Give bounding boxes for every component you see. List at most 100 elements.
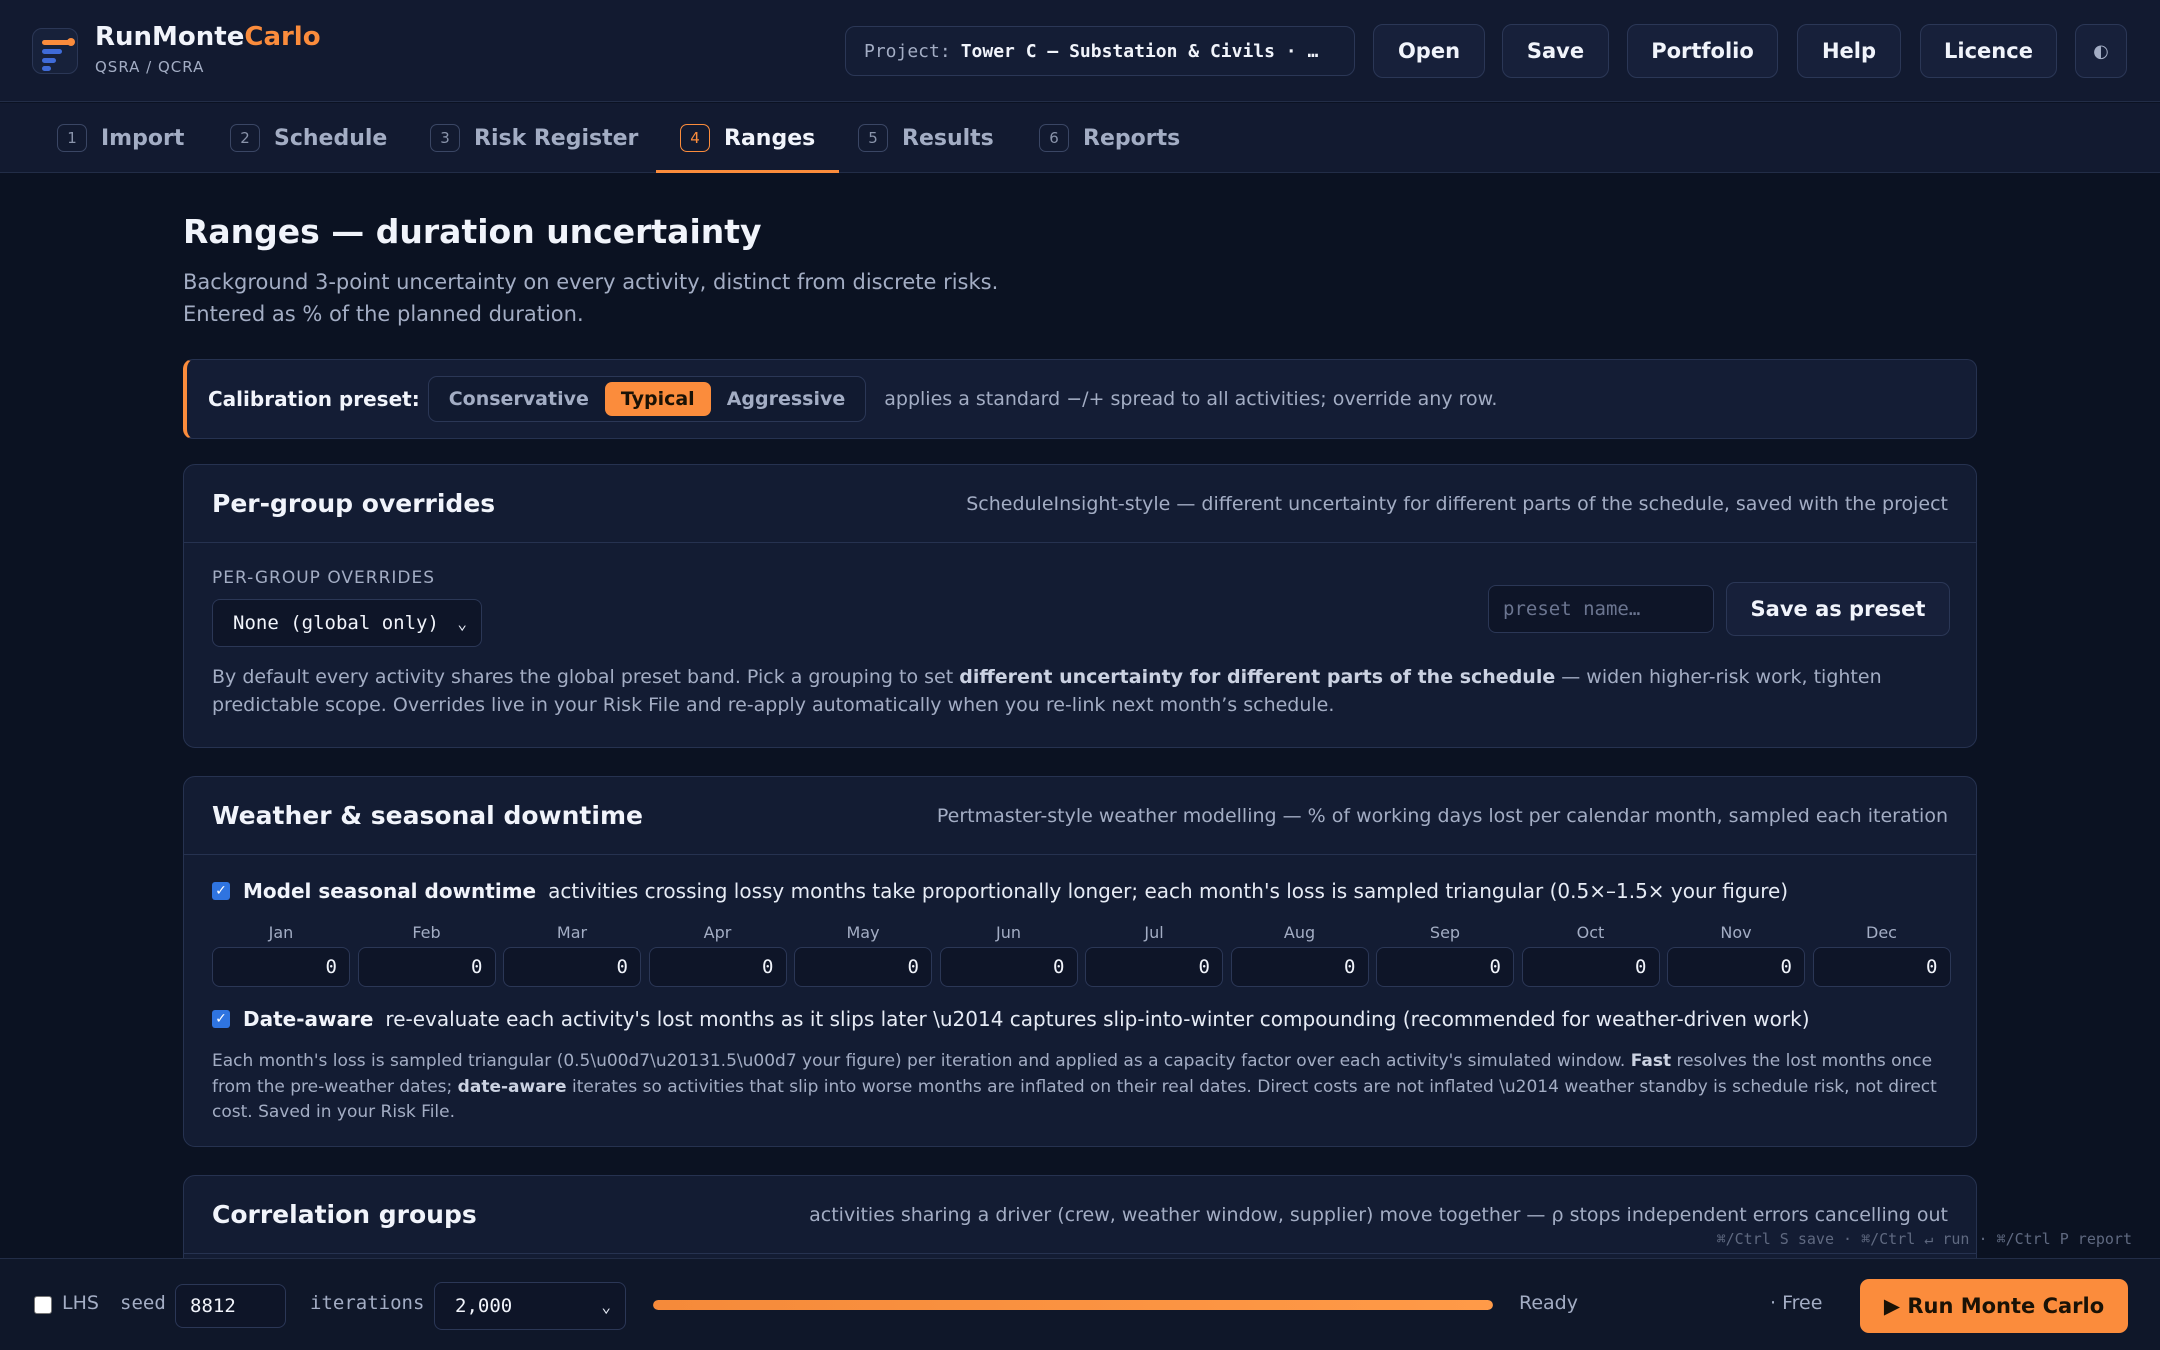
help-button[interactable]: Help (1797, 24, 1901, 78)
preset-aggressive[interactable]: Aggressive (711, 382, 862, 416)
month-label: Sep (1429, 923, 1461, 942)
seed-label: seed (120, 1292, 166, 1314)
seed-input[interactable]: 8812 (175, 1284, 286, 1328)
lhs-checkbox[interactable] (34, 1296, 52, 1314)
month-label: Apr (703, 923, 732, 942)
preset-name-input[interactable]: preset name… (1488, 585, 1714, 633)
chevron-down-icon: ⌄ (457, 613, 467, 633)
step-tabs: 1 Import 2 Schedule 3 Risk Register 4 Ranges… (0, 103, 2160, 173)
tab-risk-register[interactable]: 3 Risk Register (430, 103, 638, 173)
card-subtitle: activities sharing a driver (crew, weath… (809, 1203, 1948, 1226)
tab-number: 1 (57, 124, 87, 152)
iterations-select[interactable]: 2,000 ⌄ (434, 1282, 626, 1330)
preset-typical[interactable]: Typical (604, 382, 711, 416)
licence-tier: · Free (1770, 1292, 1823, 1314)
project-label: Project: (864, 40, 951, 62)
month-label: Oct (1576, 923, 1605, 942)
month-label: Mar (556, 923, 588, 942)
page-description: Background 3-point uncertainty on every … (183, 270, 999, 326)
month-input-aug[interactable]: 0 (1230, 947, 1369, 987)
project-selector[interactable]: Project: Tower C — Substation & Civils ·… (845, 26, 1355, 76)
card-subtitle: Pertmaster-style weather modelling — % o… (936, 804, 1948, 827)
month-input-jan[interactable]: 0 (212, 947, 350, 987)
calibration-note: applies a standard −/+ spread to all act… (884, 388, 1498, 410)
keyboard-shortcuts-hint: ⌘/Ctrl S save · ⌘/Ctrl ↵ run · ⌘/Ctrl P … (1716, 1230, 2132, 1248)
tab-import[interactable]: 1 Import (57, 103, 184, 173)
tab-number: 5 (858, 124, 888, 152)
iterations-label: iterations (310, 1292, 425, 1314)
card-title: Weather & seasonal downtime (212, 801, 643, 830)
month-label: Jul (1144, 923, 1164, 942)
tab-label: Risk Register (474, 125, 639, 151)
tab-label: Results (902, 125, 994, 151)
grouping-select[interactable]: None (global only) ⌄ (212, 599, 482, 647)
month-input-apr[interactable]: 0 (648, 947, 787, 987)
app-header: RunMonteCarlo QSRA / QCRA Project: Tower… (0, 0, 2160, 102)
per-group-help-text: By default every activity shares the glo… (212, 666, 1882, 716)
weather-help-text: Each month's loss is sampled triangular … (212, 1051, 1937, 1122)
month-input-oct[interactable]: 0 (1521, 947, 1660, 987)
theme-toggle-icon[interactable]: ◐ (2075, 24, 2127, 78)
month-label: Jan (268, 923, 294, 942)
save-button[interactable]: Save (1502, 24, 1609, 78)
preset-conservative[interactable]: Conservative (433, 382, 605, 416)
lhs-label: LHS (62, 1292, 99, 1314)
card-title: Correlation groups (212, 1200, 477, 1229)
model-seasonal-row: ✓ Model seasonal downtime activities cro… (212, 879, 1788, 903)
model-seasonal-label: Model seasonal downtime (243, 879, 537, 903)
chevron-down-icon: ⌄ (601, 1296, 611, 1316)
calibration-segmented-control: Conservative Typical Aggressive (427, 376, 867, 422)
model-seasonal-desc: activities crossing lossy months take pr… (548, 879, 1789, 903)
tab-label: Ranges (724, 125, 816, 151)
run-monte-carlo-button[interactable]: ▶ Run Monte Carlo (1860, 1279, 2128, 1333)
model-seasonal-checkbox[interactable]: ✓ (212, 882, 230, 900)
card-title: Per-group overrides (212, 489, 496, 518)
page-title: Ranges — duration uncertainty (183, 212, 762, 251)
tab-reports[interactable]: 6 Reports (1039, 103, 1180, 173)
month-input-nov[interactable]: 0 (1667, 947, 1805, 987)
calibration-preset-bar: Calibration preset: Conservative Typical… (183, 359, 1977, 439)
calibration-label: Calibration preset: (208, 387, 420, 411)
weather-downtime-card: Weather & seasonal downtime Pertmaster-s… (183, 776, 1977, 1147)
tab-label: Reports (1083, 125, 1181, 151)
month-label: Aug (1283, 923, 1316, 942)
save-as-preset-button[interactable]: Save as preset (1726, 582, 1950, 636)
month-label: May (846, 923, 880, 942)
month-input-may[interactable]: 0 (794, 947, 932, 987)
month-label: Jun (996, 923, 1021, 942)
month-input-feb[interactable]: 0 (357, 947, 496, 987)
month-label: Nov (1720, 923, 1752, 942)
month-input-dec[interactable]: 0 (1812, 947, 1951, 987)
tab-number: 3 (430, 124, 460, 152)
run-status: Ready (1519, 1292, 1578, 1314)
date-aware-desc: re-evaluate each activity's lost months … (385, 1007, 1810, 1031)
brand-subtitle: QSRA / QCRA (95, 58, 205, 76)
open-button[interactable]: Open (1373, 24, 1485, 78)
month-label: Feb (412, 923, 441, 942)
app-logo-icon (32, 28, 78, 74)
tab-results[interactable]: 5 Results (858, 103, 994, 173)
tab-ranges[interactable]: 4 Ranges (655, 103, 840, 173)
run-progress-bar (653, 1300, 1493, 1310)
month-input-jun[interactable]: 0 (939, 947, 1078, 987)
date-aware-label: Date-aware (243, 1007, 374, 1031)
tab-number: 6 (1039, 124, 1069, 152)
date-aware-checkbox[interactable]: ✓ (212, 1010, 230, 1028)
tab-number: 2 (230, 124, 260, 152)
per-group-overrides-card: Per-group overrides ScheduleInsight-styl… (183, 464, 1977, 748)
month-input-sep[interactable]: 0 (1376, 947, 1514, 987)
progress-fill (653, 1300, 1493, 1310)
date-aware-row: ✓ Date-aware re-evaluate each activity's… (212, 1007, 1810, 1031)
tab-schedule[interactable]: 2 Schedule (230, 103, 387, 173)
month-input-mar[interactable]: 0 (503, 947, 641, 987)
tab-label: Import (101, 125, 185, 151)
group-field-label: PER-GROUP OVERRIDES (212, 568, 436, 588)
project-name: Tower C — Substation & Civils · … (960, 40, 1319, 62)
tab-number: 4 (680, 124, 710, 152)
licence-button[interactable]: Licence (1920, 24, 2057, 78)
tab-label: Schedule (274, 125, 388, 151)
month-label: Dec (1866, 923, 1897, 942)
portfolio-button[interactable]: Portfolio (1627, 24, 1778, 78)
month-input-jul[interactable]: 0 (1085, 947, 1223, 987)
card-subtitle: ScheduleInsight-style — different uncert… (966, 492, 1948, 515)
